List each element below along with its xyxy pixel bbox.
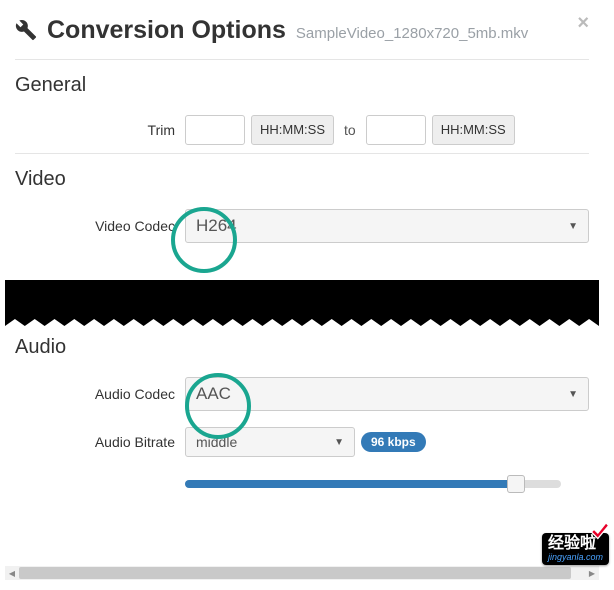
wrench-icon (15, 19, 37, 41)
chevron-down-icon: ▼ (568, 221, 578, 232)
dialog-header: Conversion Options SampleVideo_1280x720_… (5, 0, 599, 59)
audio-codec-value: AAC (196, 384, 231, 404)
scroll-track[interactable] (19, 566, 585, 580)
audio-bitrate-value: middle (196, 434, 237, 450)
audio-bitrate-slider[interactable] (185, 473, 561, 493)
scroll-left-arrow-icon[interactable]: ◀ (5, 566, 19, 580)
slider-fill (185, 480, 516, 488)
audio-codec-select[interactable]: AAC ▼ (185, 377, 589, 411)
close-button[interactable]: × (577, 12, 589, 35)
video-codec-select[interactable]: H264 ▼ (185, 209, 589, 243)
slider-thumb[interactable] (507, 475, 525, 493)
section-general-heading: General (15, 59, 589, 107)
trim-from-input[interactable] (185, 115, 245, 145)
audio-codec-label: Audio Codec (15, 386, 185, 402)
section-video-heading: Video (15, 153, 589, 201)
video-codec-label: Video Codec (15, 218, 185, 234)
audio-bitrate-slider-row (15, 465, 589, 505)
horizontal-scrollbar[interactable]: ◀ ▶ (5, 566, 599, 580)
trim-to-separator: to (340, 122, 360, 138)
audio-bitrate-select[interactable]: middle ▼ (185, 427, 355, 457)
scroll-right-arrow-icon[interactable]: ▶ (585, 566, 599, 580)
video-codec-value: H264 (196, 216, 237, 236)
dialog-title: Conversion Options (47, 16, 286, 45)
audio-bitrate-label: Audio Bitrate (15, 434, 185, 450)
chevron-down-icon: ▼ (334, 437, 344, 448)
trim-to-placeholder: HH:MM:SS (432, 115, 515, 145)
audio-bitrate-row: Audio Bitrate middle ▼ 96 kbps (15, 419, 589, 465)
trim-row: Trim HH:MM:SS to HH:MM:SS (15, 107, 589, 153)
dialog-filename: SampleVideo_1280x720_5mb.mkv (296, 25, 528, 42)
audio-codec-row: Audio Codec AAC ▼ (15, 369, 589, 419)
trim-to-input[interactable] (366, 115, 426, 145)
torn-section-divider (5, 280, 599, 332)
trim-from-placeholder: HH:MM:SS (251, 115, 334, 145)
scroll-thumb[interactable] (19, 567, 571, 579)
audio-bitrate-badge: 96 kbps (361, 432, 426, 452)
trim-label: Trim (15, 122, 185, 138)
chevron-down-icon: ▼ (568, 389, 578, 400)
video-codec-row: Video Codec H264 ▼ (15, 201, 589, 251)
